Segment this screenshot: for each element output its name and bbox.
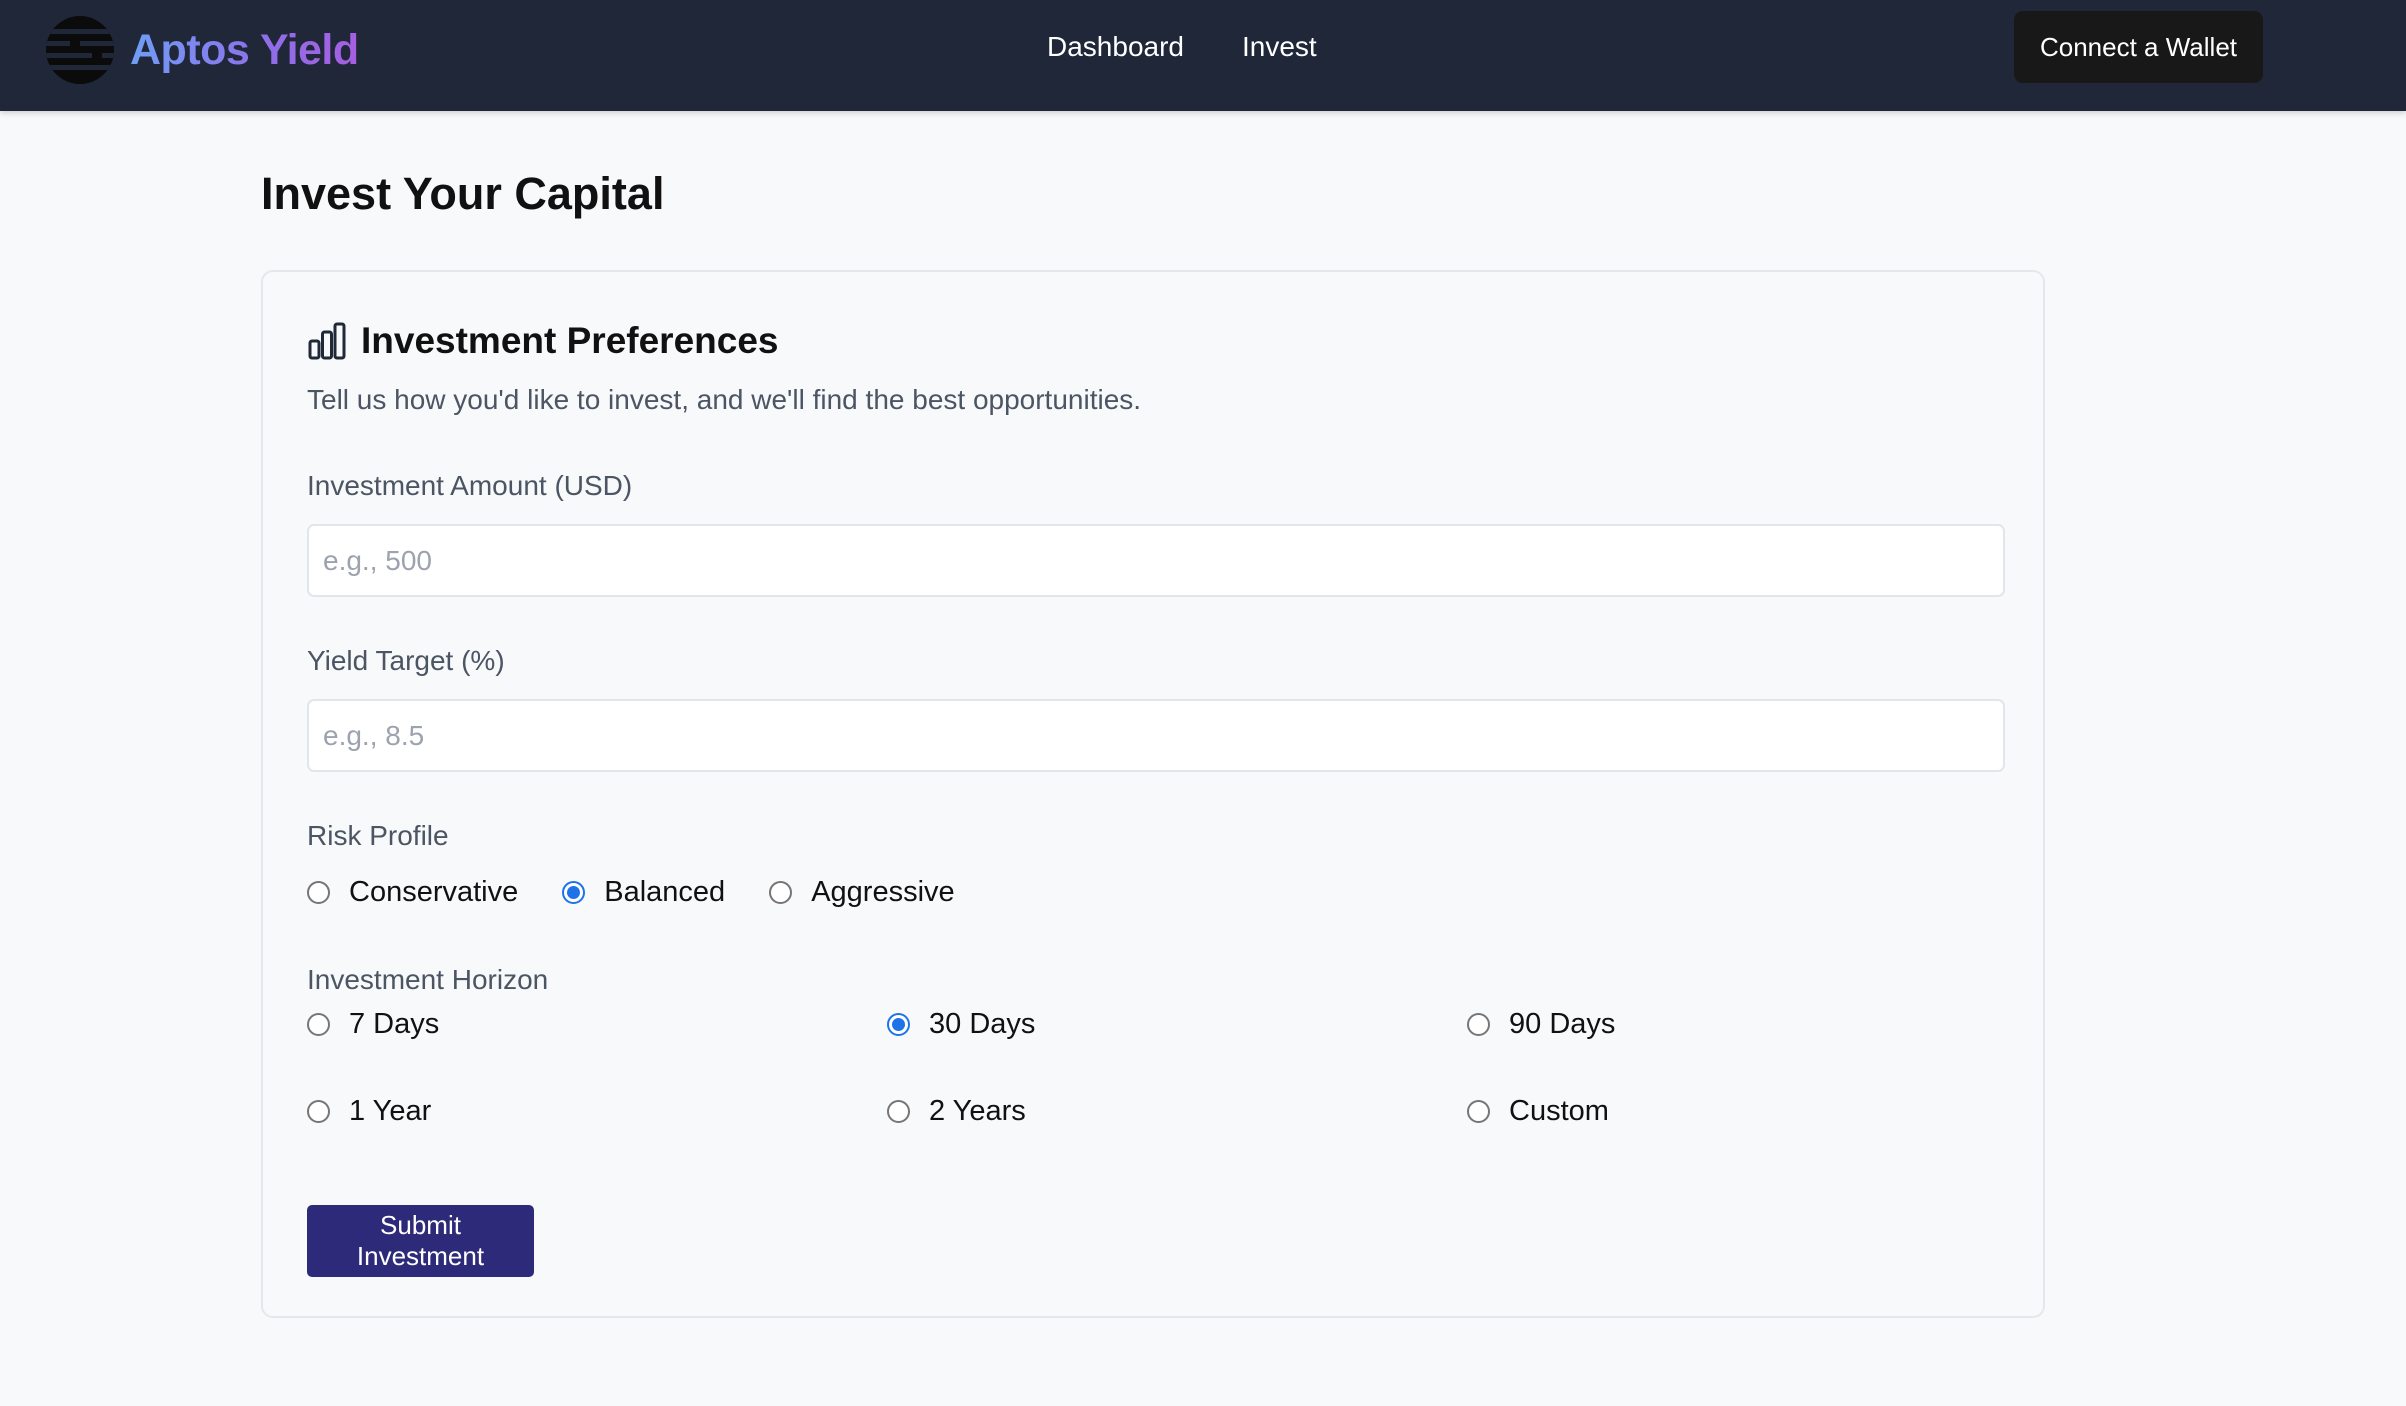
radio-label: 90 Days [1509,1007,1616,1040]
radio-label: Aggressive [811,876,955,908]
investment-preferences-card: Investment Preferences Tell us how you'd… [261,270,2045,1318]
radio-label: 30 Days [929,1007,1036,1040]
radio-unchecked-icon[interactable] [307,1012,330,1036]
risk-balanced-option[interactable]: Balanced [562,876,725,909]
investment-amount-input[interactable] [307,524,2005,597]
horizon-30-days-option[interactable]: 30 Days [887,1006,1467,1042]
radio-unchecked-icon[interactable] [769,881,793,904]
radio-checked-icon[interactable] [887,1012,910,1036]
horizon-1-year-option[interactable]: 1 Year [307,1093,887,1129]
risk-conservative-option[interactable]: Conservative [307,876,518,909]
radio-label: Custom [1509,1094,1609,1127]
radio-unchecked-icon[interactable] [307,1099,330,1123]
radio-checked-icon[interactable] [562,881,586,904]
investment-horizon-label: Investment Horizon [307,964,549,995]
main-nav: Dashboard Invest [1047,22,1317,72]
radio-label: 2 Years [929,1094,1026,1127]
card-title: Investment Preferences [361,320,779,361]
radio-label: Conservative [349,876,519,908]
investment-amount-label: Investment Amount (USD) [307,470,633,501]
radio-unchecked-icon[interactable] [1467,1012,1490,1036]
risk-aggressive-option[interactable]: Aggressive [769,876,955,909]
radio-unchecked-icon[interactable] [1467,1099,1490,1123]
card-description: Tell us how you'd like to invest, and we… [307,384,1142,415]
yield-target-label: Yield Target (%) [307,645,505,676]
yield-target-input[interactable] [307,699,2005,772]
radio-unchecked-icon[interactable] [887,1099,910,1123]
radio-unchecked-icon[interactable] [307,881,330,904]
nav-dashboard-link[interactable]: Dashboard [1047,31,1184,63]
radio-label: 1 Year [349,1094,432,1127]
horizon-custom-option[interactable]: Custom [1467,1093,2047,1129]
submit-investment-button[interactable]: Submit Investment [307,1205,534,1277]
brand-name: Aptos Yield [130,25,359,74]
investment-horizon-group: 7 Days 30 Days 90 Days 1 Year 2 Years Cu… [307,1006,2047,1129]
radio-label: Balanced [604,876,726,908]
radio-label: 7 Days [349,1007,440,1040]
horizon-90-days-option[interactable]: 90 Days [1467,1006,2047,1042]
nav-invest-link[interactable]: Invest [1242,31,1317,63]
card-header: Investment Preferences [307,320,778,362]
connect-wallet-button[interactable]: Connect a Wallet [2014,11,2263,83]
horizon-2-years-option[interactable]: 2 Years [887,1093,1467,1129]
horizon-7-days-option[interactable]: 7 Days [307,1006,887,1042]
page-title: Invest Your Capital [261,168,665,219]
top-navbar: Aptos Yield Dashboard Invest Connect a W… [0,0,2406,111]
risk-profile-label: Risk Profile [307,820,449,851]
bar-chart-icon [308,322,346,360]
striped-circle-logo-icon [46,16,114,84]
risk-profile-group: Conservative Balanced Aggressive [307,876,955,909]
brand[interactable]: Aptos Yield [44,10,359,90]
